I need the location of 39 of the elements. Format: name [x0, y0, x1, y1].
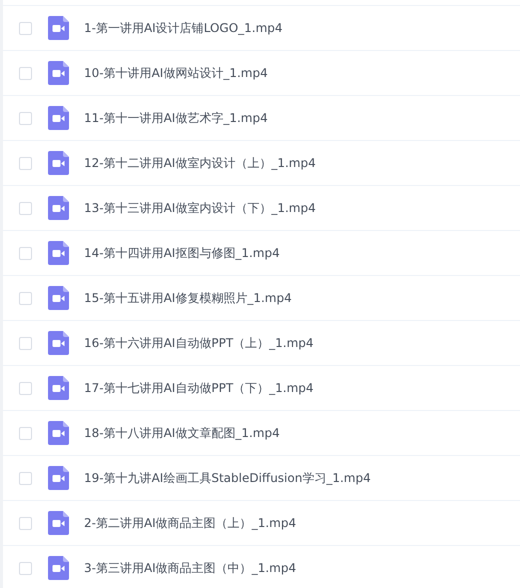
- file-name[interactable]: 14-第十四讲用AI抠图与修图_1.mp4: [84, 244, 280, 262]
- file-name[interactable]: 17-第十七讲用AI自动做PPT（下）_1.mp4: [84, 380, 314, 396]
- video-file-icon: [48, 241, 69, 265]
- checkbox[interactable]: [19, 336, 32, 350]
- video-file-icon: [48, 106, 69, 130]
- video-file-icon: [48, 331, 69, 355]
- checkbox[interactable]: [19, 156, 32, 170]
- checkbox[interactable]: [19, 426, 32, 440]
- file-name[interactable]: 10-第十讲用AI做网站设计_1.mp4: [84, 64, 268, 82]
- file-name[interactable]: 3-第三讲用AI做商品主图（中）_1.mp4: [84, 560, 296, 576]
- file-name[interactable]: 11-第十一讲用AI做艺术字_1.mp4: [84, 110, 268, 126]
- video-file-icon: [48, 61, 69, 85]
- checkbox[interactable]: [19, 22, 32, 34]
- checkbox[interactable]: [19, 202, 32, 214]
- video-file-icon: [48, 151, 69, 175]
- file-name[interactable]: 12-第十二讲用AI做室内设计（上）_1.mp4: [84, 154, 316, 172]
- checkbox[interactable]: [19, 562, 32, 574]
- video-file-icon: [48, 466, 69, 490]
- file-name[interactable]: 2-第二讲用AI做商品主图（上）_1.mp4: [84, 514, 296, 532]
- checkbox[interactable]: [19, 292, 32, 304]
- video-file-icon: [48, 16, 69, 40]
- video-file-icon: [48, 196, 69, 220]
- file-name[interactable]: 1-第一讲用AI设计店铺LOGO_1.mp4: [84, 20, 283, 36]
- checkbox[interactable]: [19, 66, 32, 80]
- file-name[interactable]: 19-第十九讲AI绘画工具StableDiffusion学习_1.mp4: [84, 470, 371, 486]
- video-file-icon: [48, 376, 69, 400]
- video-file-icon: [48, 556, 69, 580]
- checkbox[interactable]: [19, 472, 32, 484]
- video-file-icon: [48, 421, 69, 445]
- checkbox[interactable]: [19, 516, 32, 530]
- file-name[interactable]: 15-第十五讲用AI修复模糊照片_1.mp4: [84, 290, 292, 306]
- video-file-icon: [48, 286, 69, 310]
- checkbox[interactable]: [19, 246, 32, 260]
- file-name[interactable]: 18-第十八讲用AI做文章配图_1.mp4: [84, 424, 280, 442]
- video-file-icon: [48, 511, 69, 535]
- file-name[interactable]: 16-第十六讲用AI自动做PPT（上）_1.mp4: [84, 334, 314, 352]
- file-name[interactable]: 13-第十三讲用AI做室内设计（下）_1.mp4: [84, 200, 316, 216]
- checkbox[interactable]: [19, 382, 32, 394]
- checkbox[interactable]: [19, 112, 32, 124]
